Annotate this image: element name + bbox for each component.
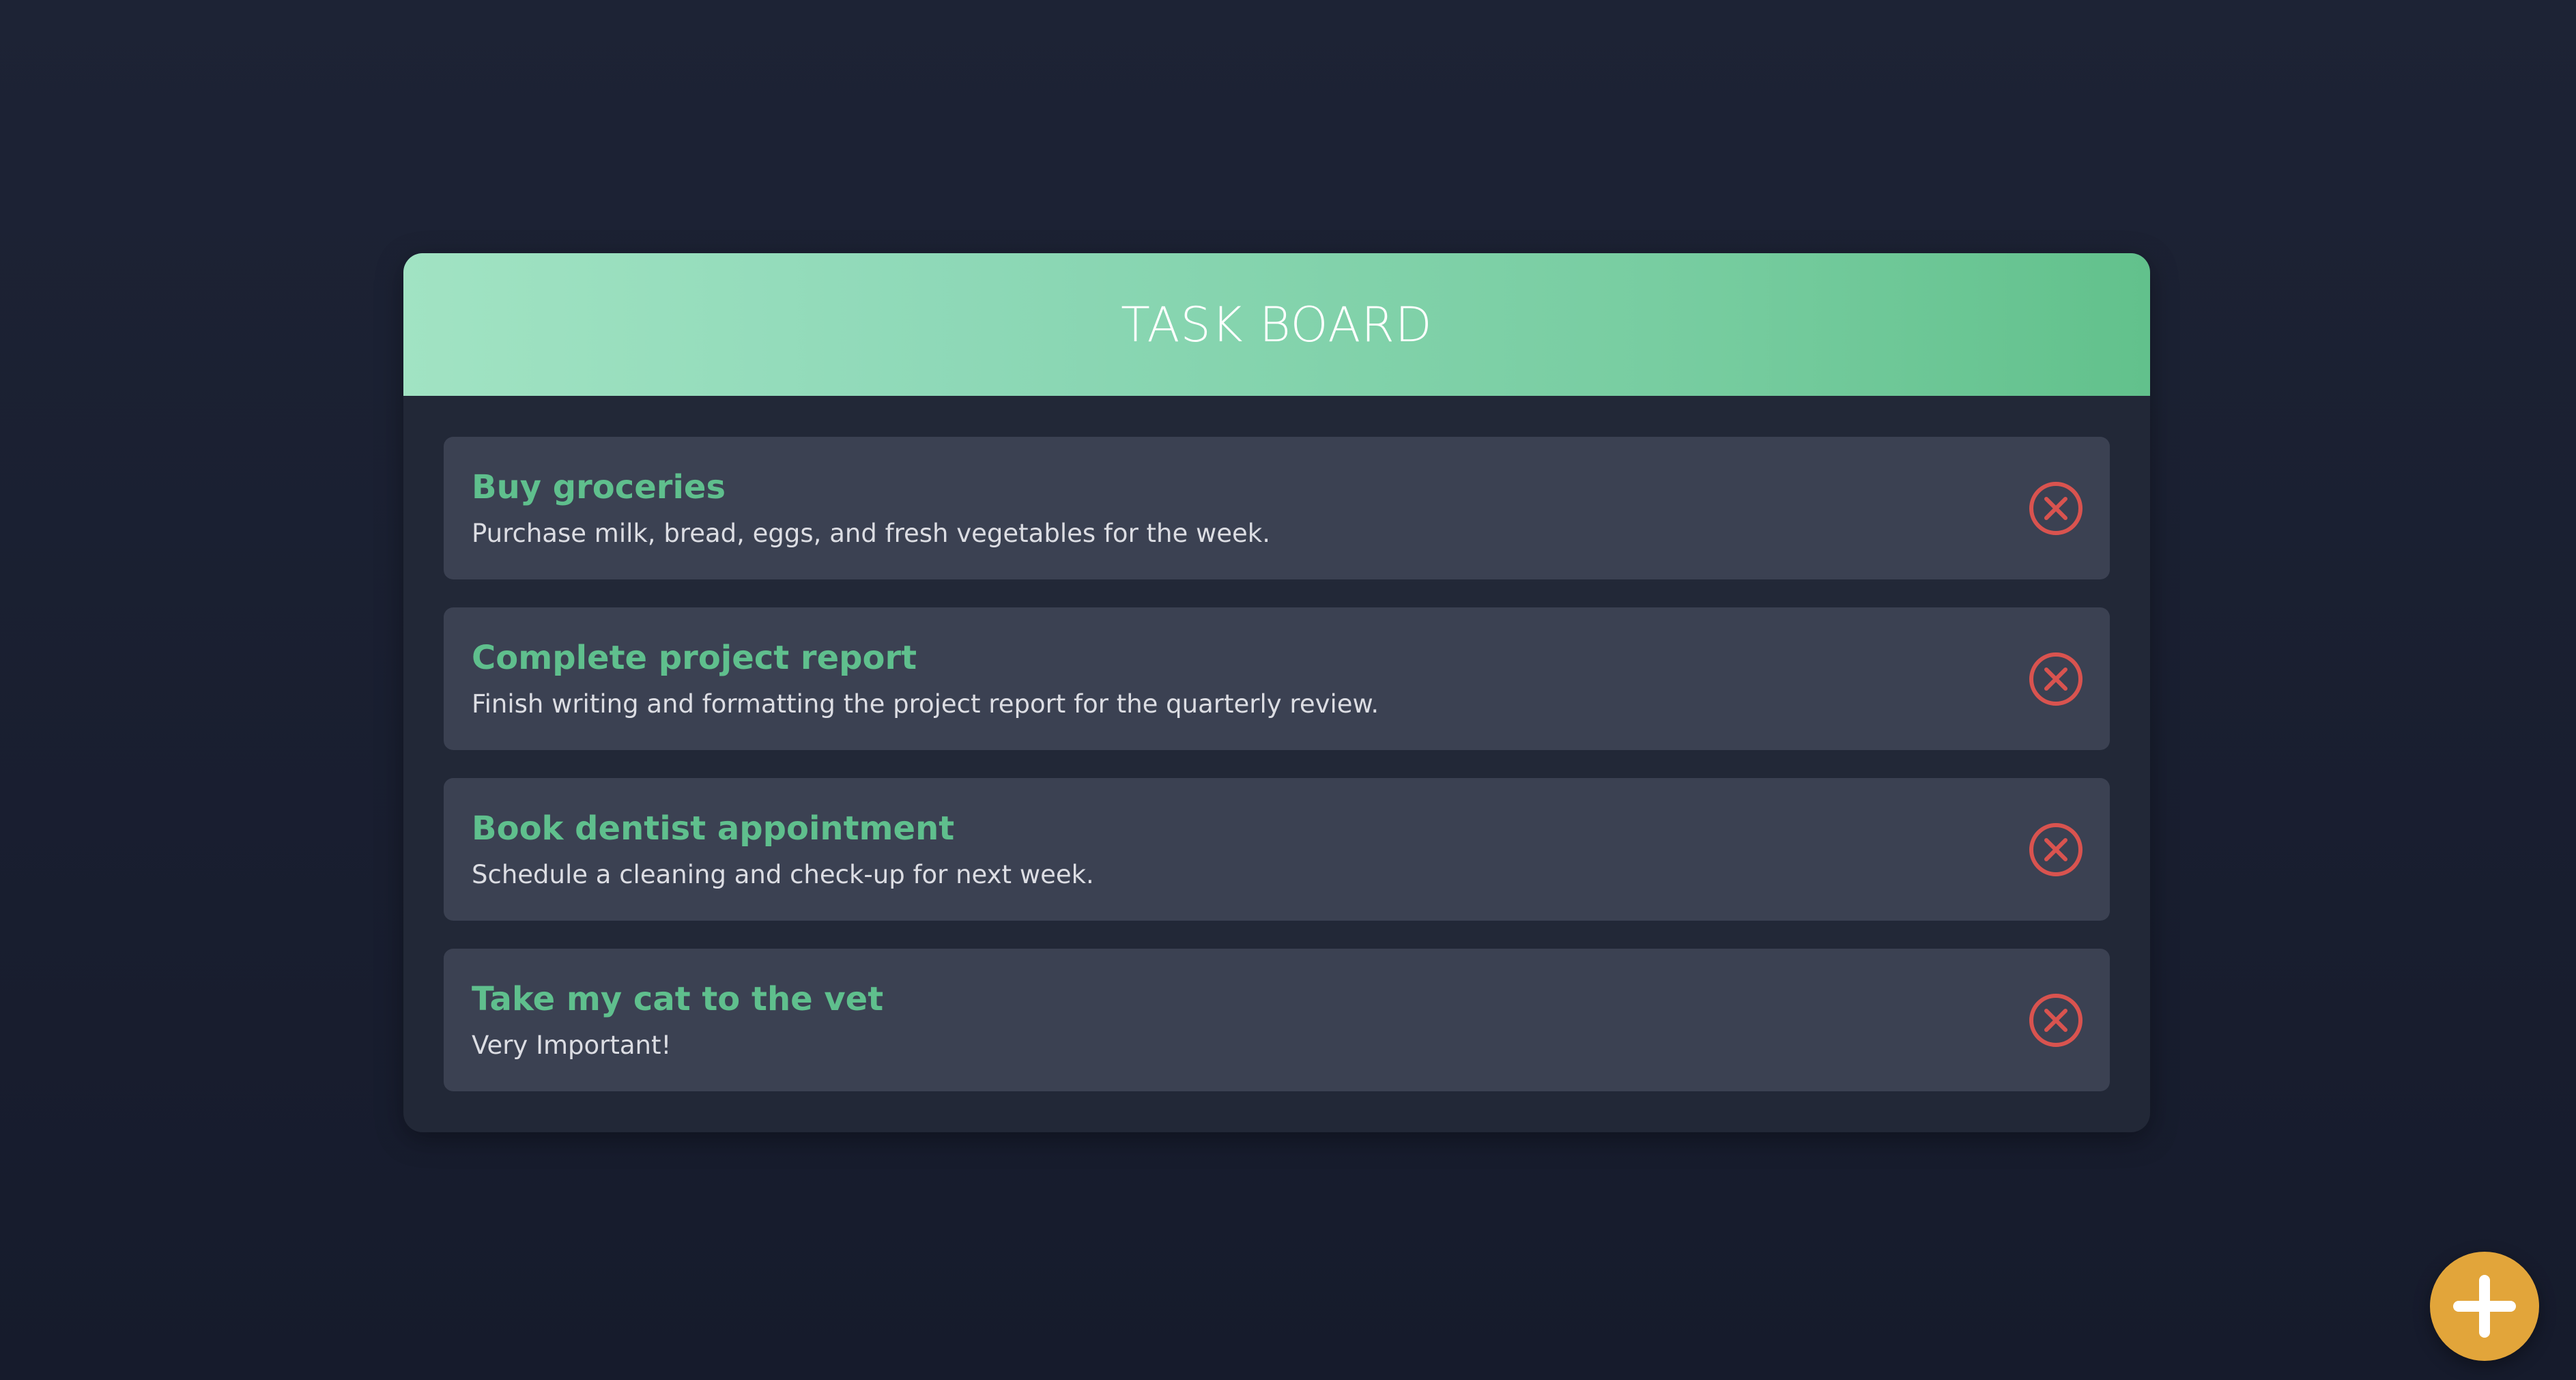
close-circle-icon <box>2029 823 2083 876</box>
delete-task-button[interactable] <box>2028 651 2084 707</box>
plus-icon <box>2453 1275 2516 1338</box>
close-circle-icon <box>2029 482 2083 535</box>
task-description: Finish writing and formatting the projec… <box>472 689 1379 719</box>
task-card[interactable]: Take my cat to the vet Very Important! <box>444 949 2110 1091</box>
task-description: Schedule a cleaning and check-up for nex… <box>472 860 1094 889</box>
delete-task-button[interactable] <box>2028 822 2084 878</box>
task-title: Complete project report <box>472 639 917 677</box>
task-title: Buy groceries <box>472 468 726 506</box>
task-description: Purchase milk, bread, eggs, and fresh ve… <box>472 519 1270 548</box>
add-task-button[interactable] <box>2430 1252 2539 1361</box>
task-board: TASK BOARD Buy groceries Purchase milk, … <box>403 253 2150 1132</box>
task-title: Book dentist appointment <box>472 809 955 848</box>
board-title: TASK BOARD <box>1121 296 1433 353</box>
delete-task-button[interactable] <box>2028 992 2084 1048</box>
delete-task-button[interactable] <box>2028 480 2084 536</box>
close-circle-icon <box>2029 652 2083 706</box>
board-header: TASK BOARD <box>403 253 2150 396</box>
close-circle-icon <box>2029 994 2083 1047</box>
task-title: Take my cat to the vet <box>472 980 884 1018</box>
task-description: Very Important! <box>472 1031 672 1060</box>
task-card[interactable]: Book dentist appointment Schedule a clea… <box>444 778 2110 921</box>
task-list: Buy groceries Purchase milk, bread, eggs… <box>444 437 2110 1119</box>
task-card[interactable]: Complete project report Finish writing a… <box>444 607 2110 750</box>
task-card[interactable]: Buy groceries Purchase milk, bread, eggs… <box>444 437 2110 579</box>
